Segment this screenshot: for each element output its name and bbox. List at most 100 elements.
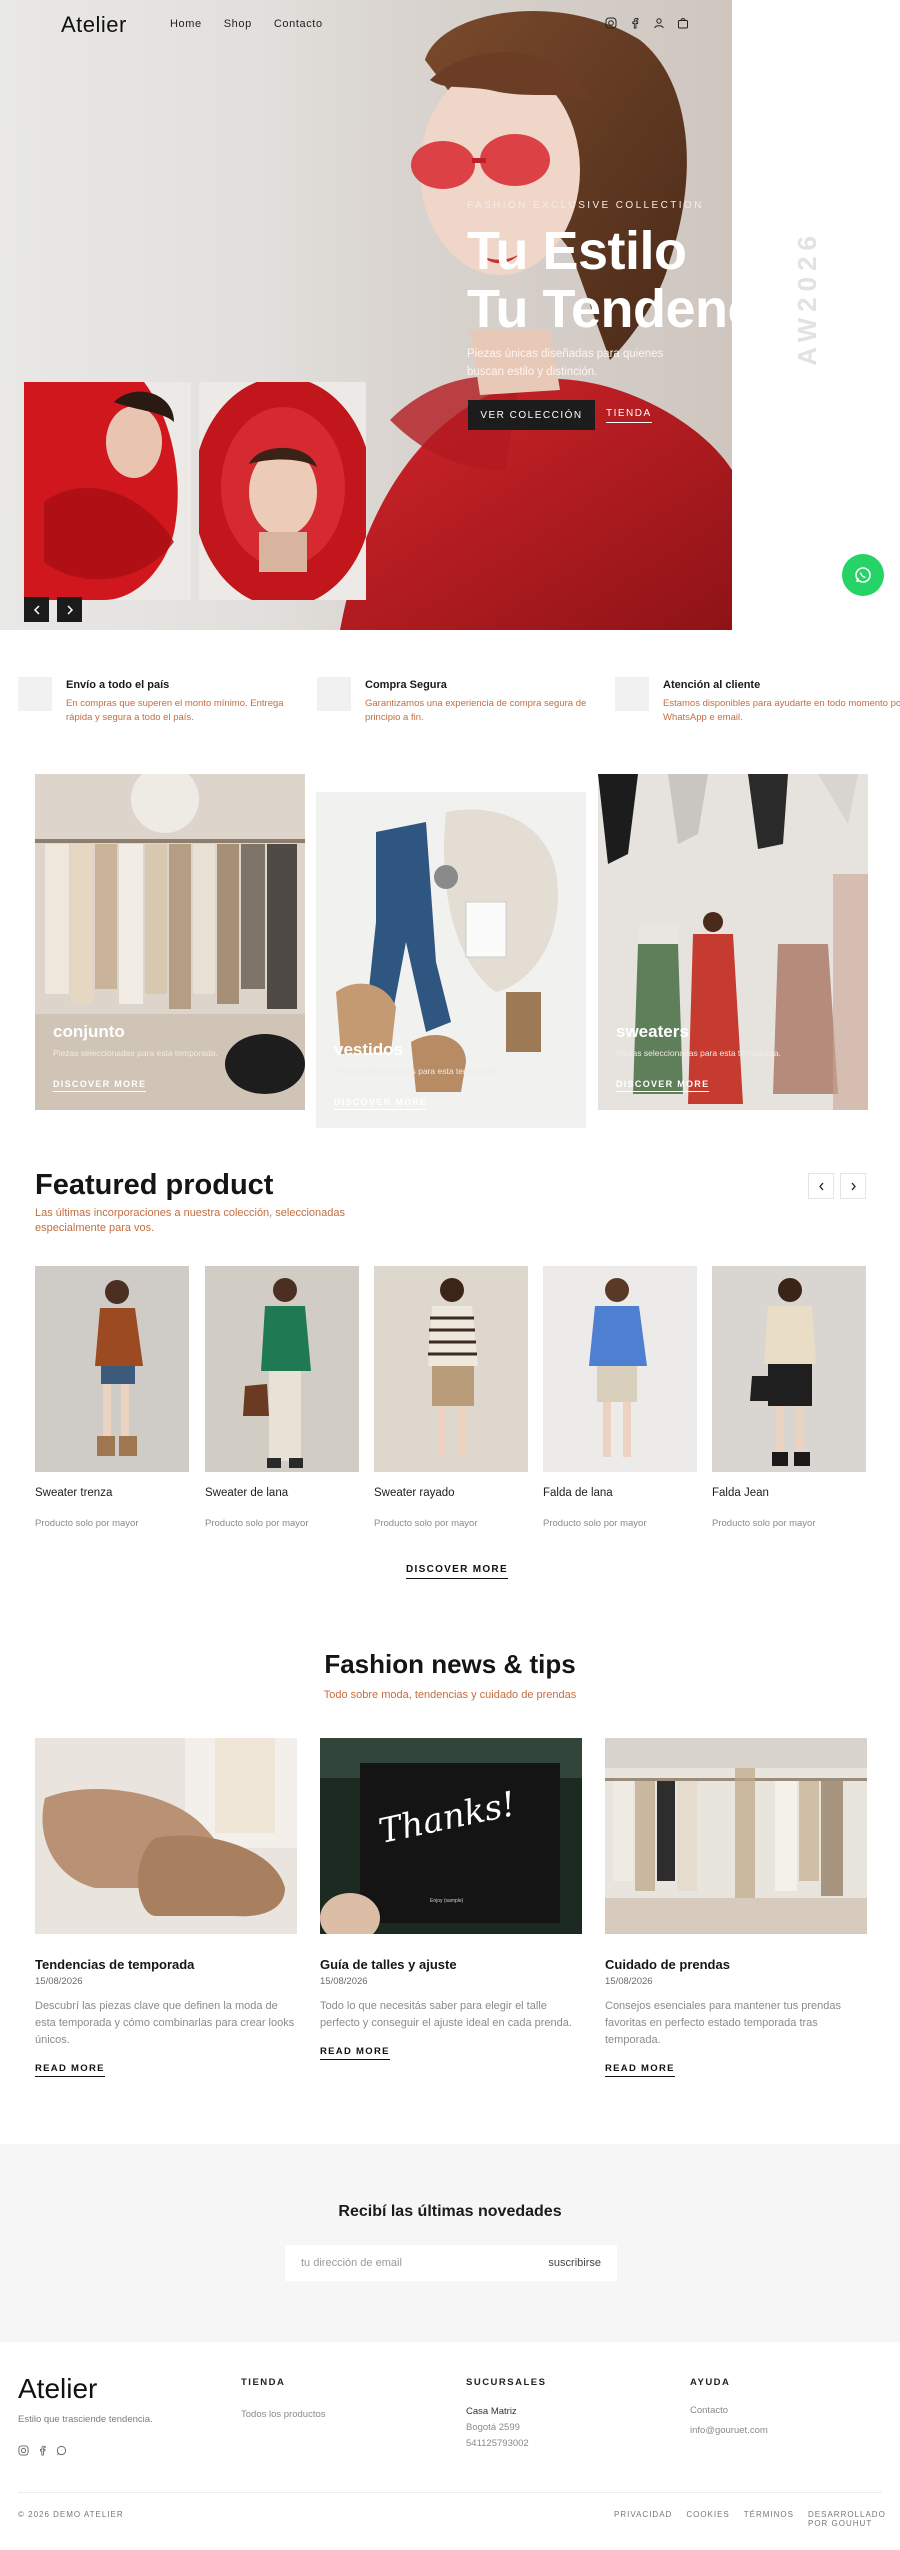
hero-section: Atelier Home Shop Contacto FASHION EXCLU…: [0, 0, 732, 630]
footer-legal-links: PRIVACIDAD COOKIES TÉRMINOS DESARROLLADO…: [614, 2510, 900, 2528]
discover-more-link[interactable]: DISCOVER MORE: [616, 1079, 710, 1092]
product-card[interactable]: Falda Jean Producto solo por mayor: [712, 1266, 866, 1529]
feature-title: Envío a todo el país: [66, 679, 170, 691]
truck-icon: [18, 677, 52, 711]
hero-title: Tu Estilo Tu Tendencia: [467, 221, 732, 339]
blog-image-shoes: [35, 1738, 297, 1934]
instagram-icon[interactable]: [18, 2443, 29, 2461]
category-card-vestidos[interactable]: vestidos Piezas seleccionadas para esta …: [316, 792, 586, 1128]
blog-date: 15/08/2026: [35, 1976, 83, 1987]
news-title: Fashion news & tips: [324, 1649, 576, 1679]
feature-text: Estamos disponibles para ayudarte en tod…: [663, 698, 900, 723]
news-subtitle: Todo sobre moda, tendencias y cuidado de…: [323, 1689, 577, 1701]
footer-heading-branches: SUCURSALES: [466, 2377, 547, 2388]
facebook-icon[interactable]: [37, 2443, 48, 2461]
product-name: Sweater de lana: [205, 1487, 289, 1499]
email-field[interactable]: [301, 2257, 521, 2269]
footer-link-terms[interactable]: TÉRMINOS: [744, 2510, 794, 2528]
category-label: vestidos: [334, 1040, 403, 1059]
category-image-clothing-rack: [35, 774, 305, 1110]
footer-link-cookies[interactable]: COOKIES: [686, 2510, 729, 2528]
product-card[interactable]: Falda de lana Producto solo por mayor: [543, 1266, 697, 1529]
season-vertical-label: AW2026: [792, 230, 822, 366]
product-card[interactable]: Sweater de lana Producto solo por mayor: [205, 1266, 359, 1529]
footer-copyright: © 2026 DEMO ATELIER: [18, 2510, 124, 2519]
site-logo[interactable]: Atelier: [61, 12, 127, 38]
blog-excerpt: Descubrí las piezas clave que definen la…: [35, 2000, 295, 2046]
blog-image-store: [605, 1738, 867, 1934]
product-name: Falda Jean: [712, 1487, 769, 1499]
chevron-left-icon[interactable]: [24, 597, 49, 622]
facebook-icon[interactable]: [628, 16, 642, 30]
blog-title[interactable]: Tendencias de temporada: [35, 1957, 297, 1972]
cart-icon[interactable]: [676, 16, 690, 30]
category-text: Piezas seleccionadas para esta temporada…: [616, 1048, 781, 1058]
footer-social: [18, 2443, 67, 2461]
blog-post-card[interactable]: Tendencias de temporada 15/08/2026 Descu…: [35, 1738, 297, 2077]
category-text: Piezas seleccionadas para esta temporada…: [334, 1066, 499, 1076]
blog-title[interactable]: Cuidado de prendas: [605, 1957, 867, 1972]
main-nav: Home Shop Contacto: [170, 18, 323, 30]
category-image-sketches: [598, 774, 868, 1110]
instagram-icon[interactable]: [604, 16, 618, 30]
shop-link[interactable]: TIENDA: [606, 408, 652, 423]
footer-branch-phone[interactable]: 541125793002: [466, 2436, 529, 2452]
featured-title: Featured product: [35, 1169, 274, 1201]
chevron-left-icon[interactable]: [808, 1173, 834, 1199]
nav-home[interactable]: Home: [170, 18, 202, 30]
footer-heading-help: AYUDA: [690, 2377, 731, 2388]
product-note: Producto solo por mayor: [374, 1518, 478, 1529]
category-card-sweaters[interactable]: sweaters Piezas seleccionadas para esta …: [598, 774, 868, 1110]
blog-post-card[interactable]: Cuidado de prendas 15/08/2026 Consejos e…: [605, 1738, 867, 2077]
category-card-conjunto[interactable]: conjunto Piezas seleccionadas para esta …: [35, 774, 305, 1110]
product-note: Producto solo por mayor: [543, 1518, 647, 1529]
discover-more-link[interactable]: DISCOVER MORE: [53, 1079, 147, 1092]
product-note: Producto solo por mayor: [712, 1518, 816, 1529]
blog-date: 15/08/2026: [320, 1976, 368, 1987]
footer-link-email[interactable]: info@gouruet.com: [690, 2423, 768, 2439]
product-card[interactable]: Sweater trenza Producto solo por mayor: [35, 1266, 189, 1529]
whatsapp-icon[interactable]: [56, 2443, 67, 2461]
newsletter-form: suscribirse: [285, 2245, 617, 2281]
footer-link-developer[interactable]: DESARROLLADO POR GOUHUT: [808, 2510, 900, 2528]
hero-thumbnail-red-scarf[interactable]: [24, 382, 191, 600]
footer-heading-store: TIENDA: [241, 2377, 286, 2388]
footer-divider: [18, 2492, 882, 2493]
footer-link-all-products[interactable]: Todos los productos: [241, 2407, 326, 2423]
product-image: [35, 1266, 189, 1472]
discover-more-link[interactable]: DISCOVER MORE: [334, 1097, 428, 1110]
footer-logo[interactable]: Atelier: [18, 2373, 97, 2405]
chevron-right-icon[interactable]: [57, 597, 82, 622]
footer-link-privacy[interactable]: PRIVACIDAD: [614, 2510, 672, 2528]
blog-excerpt: Todo lo que necesitás saber para elegir …: [320, 2000, 572, 2029]
chevron-right-icon[interactable]: [840, 1173, 866, 1199]
read-more-link[interactable]: READ MORE: [320, 2046, 390, 2060]
product-note: Producto solo por mayor: [35, 1518, 139, 1529]
footer-branch-name: Casa Matriz: [466, 2406, 517, 2417]
product-card[interactable]: Sweater rayado Producto solo por mayor: [374, 1266, 528, 1529]
chat-icon: [615, 677, 649, 711]
feature-secure-purchase: Compra Segura Garantizamos una experienc…: [317, 677, 607, 725]
category-text: Piezas seleccionadas para esta temporada…: [53, 1048, 218, 1058]
subscribe-button[interactable]: suscribirse: [548, 2257, 601, 2269]
hero-thumbnail-red-fur[interactable]: [199, 382, 366, 600]
product-name: Sweater trenza: [35, 1487, 113, 1499]
footer-tagline: Estilo que trasciende tendencia.: [18, 2414, 153, 2425]
read-more-link[interactable]: READ MORE: [605, 2063, 675, 2077]
footer-link-contact[interactable]: Contacto: [690, 2403, 728, 2419]
feature-title: Atención al cliente: [663, 679, 761, 691]
category-image-flatlay: [316, 792, 586, 1128]
blog-post-card[interactable]: Thanks! Enjoy (sample) Guía de talles y …: [320, 1738, 582, 2060]
user-icon[interactable]: [652, 16, 666, 30]
view-collection-button[interactable]: VER COLECCIÓN: [468, 400, 595, 430]
product-name: Sweater rayado: [374, 1487, 455, 1499]
nav-shop[interactable]: Shop: [224, 18, 252, 30]
blog-title[interactable]: Guía de talles y ajuste: [320, 1957, 582, 1972]
read-more-link[interactable]: READ MORE: [35, 2063, 105, 2077]
discover-more-button[interactable]: DISCOVER MORE: [406, 1564, 508, 1579]
footer-branch-address: Bogotá 2599: [466, 2422, 520, 2433]
product-image: [712, 1266, 866, 1472]
nav-contact[interactable]: Contacto: [274, 18, 323, 30]
whatsapp-icon[interactable]: [842, 554, 884, 596]
thanks-card-small-text: Enjoy (sample): [430, 1898, 464, 1904]
